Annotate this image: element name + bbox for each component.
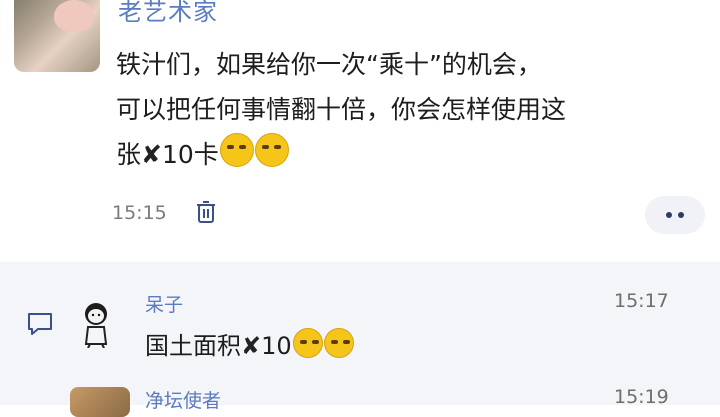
more-dots-icon xyxy=(678,212,684,218)
comment-text: 国土面积✘10 xyxy=(145,328,354,363)
content-line-3-suffix: 10卡 xyxy=(161,140,219,169)
pig-photo xyxy=(54,0,94,32)
trash-icon[interactable] xyxy=(196,200,216,224)
content-line-3: 张✘10卡 xyxy=(116,132,686,177)
content-line-1: 铁汁们，如果给你一次“乘十”的机会， xyxy=(116,50,542,79)
content-line-3-prefix: 张 xyxy=(116,140,142,169)
thinking-emoji-icon xyxy=(292,328,323,358)
content-line-2: 可以把任何事情翻十倍，你会怎样使用这 xyxy=(116,95,567,124)
comment-text-prefix: 国土面积 xyxy=(145,332,241,360)
post-content: 铁汁们，如果给你一次“乘十”的机会， 可以把任何事情翻十倍，你会怎样使用这 张✘… xyxy=(116,42,686,177)
commenter-name[interactable]: 呆子 xyxy=(145,290,183,317)
commenter-avatar[interactable] xyxy=(70,387,130,417)
comment-text-suffix: 10 xyxy=(261,332,292,360)
commenter-avatar[interactable] xyxy=(78,300,114,349)
more-button[interactable] xyxy=(645,196,705,234)
cross-mark: ✘ xyxy=(141,140,162,169)
thinking-emoji-icon xyxy=(323,328,354,358)
commenter-name[interactable]: 净坛使者 xyxy=(145,386,221,413)
thinking-emoji-icon xyxy=(219,133,254,167)
more-dots-icon xyxy=(666,212,672,218)
author-name[interactable]: 老艺术家 xyxy=(118,0,218,27)
post-card: 老艺术家 铁汁们，如果给你一次“乘十”的机会， 可以把任何事情翻十倍，你会怎样使… xyxy=(0,0,720,262)
cross-mark: ✘ xyxy=(241,332,262,360)
comment-icon[interactable] xyxy=(26,311,54,337)
author-avatar[interactable] xyxy=(14,0,100,72)
comment-time: 15:17 xyxy=(614,290,669,312)
post-time: 15:15 xyxy=(112,202,167,224)
thinking-emoji-icon xyxy=(254,133,289,167)
comments-section: 呆子 15:17 国土面积✘10 净坛使者 15:19 xyxy=(0,262,720,417)
